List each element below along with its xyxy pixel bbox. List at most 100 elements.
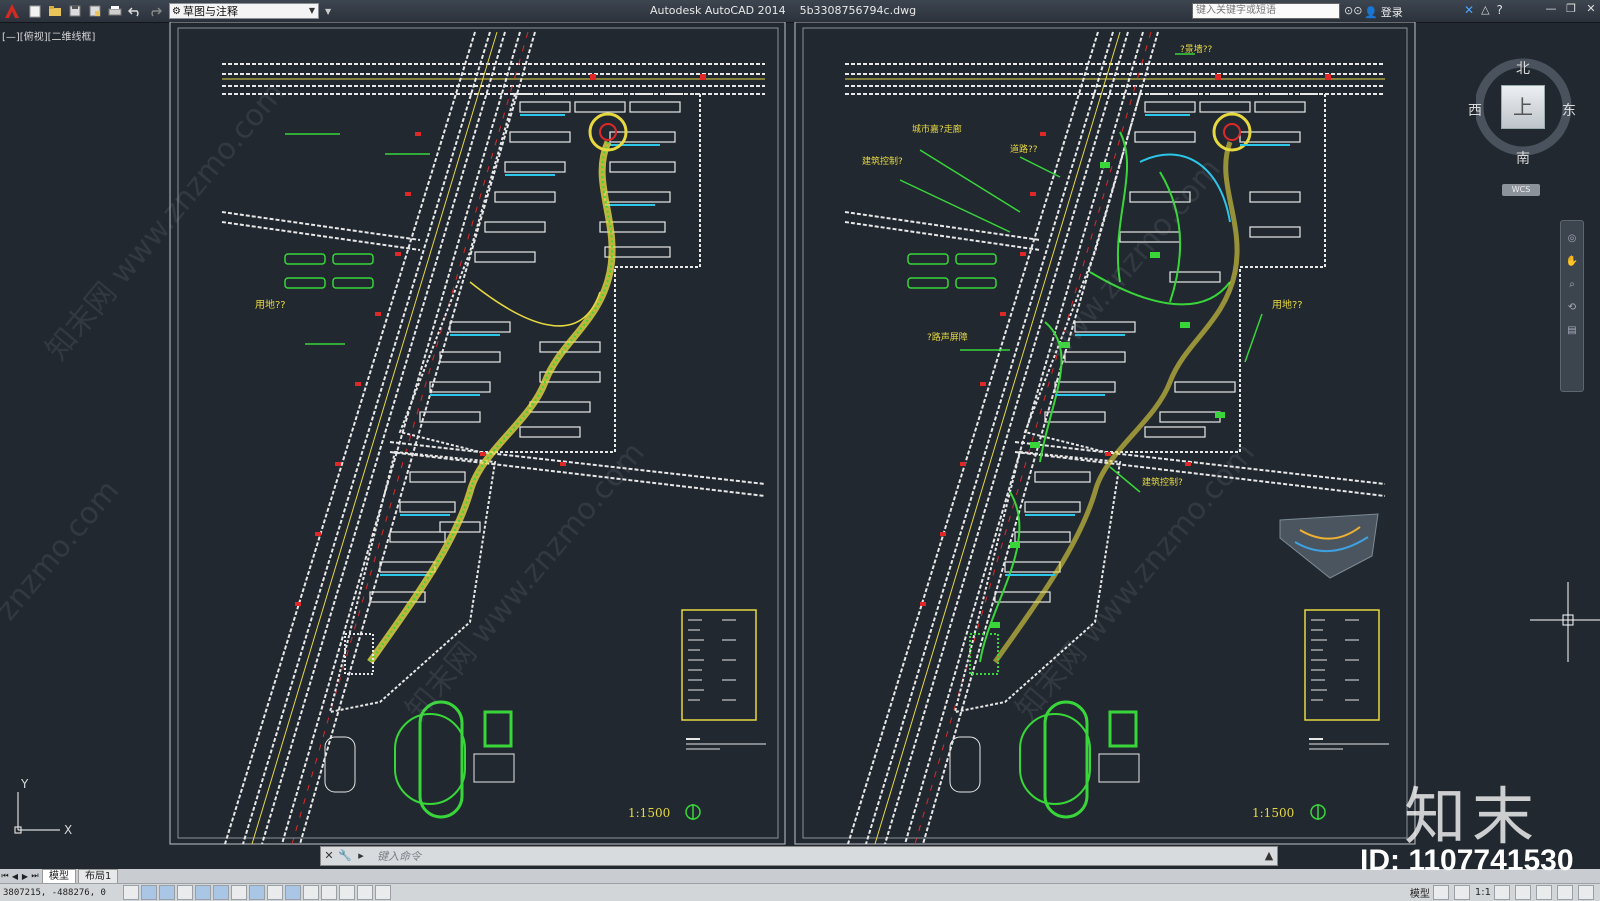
quick-view-layouts-icon[interactable]: [1432, 885, 1449, 900]
lock-icon[interactable]: [1536, 885, 1552, 900]
next-tab-icon[interactable]: ▶: [20, 872, 30, 881]
qat-customize-icon[interactable]: ▼: [325, 7, 331, 16]
gear-icon: ⚙: [172, 5, 181, 17]
print-icon[interactable]: [106, 3, 123, 19]
svg-text:知末网 www.znzmo.com: 知末网 www.znzmo.com: [39, 76, 291, 367]
watermark-id: ID: 1107741530: [1360, 844, 1574, 877]
open-folder-icon[interactable]: [46, 3, 63, 19]
left-site-plan: [221, 31, 766, 845]
wrench-icon[interactable]: 🔧: [337, 848, 353, 864]
lineweight-toggle[interactable]: [303, 885, 319, 900]
coordinate-readout[interactable]: 3807215, -488276, 0: [0, 888, 123, 898]
title-right-icons: ✕ △ ?: [1464, 3, 1503, 17]
redo-icon[interactable]: [146, 3, 163, 19]
new-file-icon[interactable]: [26, 3, 43, 19]
svg-text:znzmo.com: znzmo.com: [0, 474, 126, 628]
window-title: Autodesk AutoCAD 2014 5b3308756794c.dwg: [650, 4, 917, 17]
help-icon[interactable]: ?: [1497, 3, 1503, 17]
right-scale-label: 1:1500: [1252, 806, 1294, 820]
prev-tab-icon[interactable]: ◀: [10, 872, 20, 881]
workspace-switch-icon[interactable]: [1515, 885, 1531, 900]
chevron-down-icon: ▼: [308, 6, 315, 15]
workspace-label: 草图与注释: [182, 5, 238, 18]
navigation-bar: ◎ ✋ ⌕ ⟲ ▤: [1560, 220, 1584, 392]
right-label-0: ?景墙??: [1180, 43, 1213, 55]
viewcube[interactable]: 北 南 东 西 上: [1468, 58, 1580, 167]
right-label-4: 用地??: [1272, 298, 1303, 311]
restore-icon[interactable]: ❐: [1564, 2, 1578, 16]
close-icon[interactable]: ✕: [1584, 2, 1598, 16]
selection-cycling-toggle[interactable]: [357, 885, 373, 900]
tab-layout1[interactable]: 布局1: [78, 869, 119, 883]
annotation-monitor-toggle[interactable]: [375, 885, 391, 900]
ortho-toggle[interactable]: [177, 885, 193, 900]
window-controls: — ❐ ✕: [1544, 2, 1598, 16]
otrack-toggle[interactable]: [249, 885, 265, 900]
save-as-icon[interactable]: [86, 3, 103, 19]
left-label-landuse: 用地??: [255, 298, 286, 311]
command-line: ✕ 🔧 ▸ 键入命令 ▲: [320, 846, 1278, 866]
status-bar: 3807215, -488276, 0 模型 1:1: [0, 883, 1600, 901]
right-label-5: ?路声屏障: [927, 331, 968, 343]
zoom-icon[interactable]: ⌕: [1561, 279, 1583, 290]
annotation-scale[interactable]: 1:1: [1475, 887, 1491, 898]
polar-toggle[interactable]: [195, 885, 211, 900]
model-space-label[interactable]: 模型: [1410, 885, 1430, 900]
viewcube-top-face[interactable]: 上: [1501, 85, 1545, 129]
sign-in-button[interactable]: 👤 登录: [1364, 4, 1403, 20]
help-search-input[interactable]: 键入关键字或短语: [1192, 3, 1340, 19]
3d-osnap-toggle[interactable]: [231, 885, 247, 900]
viewcube-east[interactable]: 东: [1562, 100, 1576, 120]
title-bar: ⚙ 草图与注释 ▼ ▼ Autodesk AutoCAD 2014 5b3308…: [0, 0, 1600, 23]
undo-icon[interactable]: [126, 3, 143, 19]
drawing-canvas[interactable]: 用地?? 1:1500 ?景墙?? 城市嘉?走廊 道路?? 建筑控制? 用地??…: [0, 22, 1600, 868]
wcs-menu-button[interactable]: WCS: [1502, 184, 1540, 196]
binoculars-icon[interactable]: ⊙⊙: [1344, 4, 1362, 17]
transparency-toggle[interactable]: [321, 885, 337, 900]
right-label-3: 建筑控制?: [862, 155, 903, 167]
left-sheet-border: [177, 27, 779, 839]
close-icon[interactable]: ✕: [321, 848, 337, 864]
status-right: 模型 1:1: [1410, 885, 1596, 900]
crosshair-cursor: [1530, 582, 1600, 662]
viewcube-south[interactable]: 南: [1516, 148, 1530, 168]
showmotion-icon[interactable]: ▤: [1561, 325, 1583, 336]
svg-text:知末网 www.znzmo.com: 知末网 www.znzmo.com: [399, 436, 651, 727]
last-tab-icon[interactable]: ⏭: [30, 871, 40, 881]
command-input[interactable]: 键入命令: [377, 848, 421, 864]
tab-model[interactable]: 模型: [42, 869, 76, 883]
ducs-toggle[interactable]: [267, 885, 283, 900]
steering-wheel-icon[interactable]: ◎: [1561, 233, 1583, 244]
viewcube-north[interactable]: 北: [1516, 58, 1530, 78]
svg-text:知末网 www.znzmo.com: 知末网 www.znzmo.com: [1009, 436, 1261, 727]
quick-view-drawings-icon[interactable]: [1453, 885, 1470, 900]
command-history-icon[interactable]: ▸: [353, 848, 369, 864]
dyn-toggle[interactable]: [285, 885, 301, 900]
clean-screen-icon[interactable]: [1578, 885, 1594, 900]
exchange-icon[interactable]: ✕: [1464, 3, 1474, 17]
isolate-icon[interactable]: [1557, 885, 1573, 900]
save-icon[interactable]: [66, 3, 83, 19]
infer-constraints-toggle[interactable]: [123, 885, 139, 900]
user-icon: 👤: [1364, 5, 1378, 19]
first-tab-icon[interactable]: ⏮: [0, 871, 10, 881]
svg-text:X: X: [64, 823, 72, 837]
minimize-icon[interactable]: —: [1544, 2, 1558, 16]
workspace-dropdown[interactable]: ⚙ 草图与注释 ▼: [169, 3, 319, 19]
quick-access-toolbar: [26, 3, 163, 19]
right-sheet-border: [802, 27, 1408, 839]
annotation-visibility-icon[interactable]: [1494, 885, 1510, 900]
right-label-6: 建筑控制?: [1142, 476, 1183, 488]
sign-in-label: 登录: [1380, 6, 1403, 19]
autocad-logo-icon[interactable]: [2, 1, 22, 21]
pan-icon[interactable]: ✋: [1561, 256, 1583, 267]
snap-toggle[interactable]: [141, 885, 157, 900]
grid-toggle[interactable]: [159, 885, 175, 900]
chevron-up-icon[interactable]: ▲: [1261, 848, 1277, 864]
a360-icon[interactable]: △: [1481, 3, 1489, 17]
orbit-icon[interactable]: ⟲: [1561, 302, 1583, 313]
osnap-toggle[interactable]: [213, 885, 229, 900]
right-label-2: 道路??: [1010, 143, 1038, 155]
quick-properties-toggle[interactable]: [339, 885, 355, 900]
viewcube-west[interactable]: 西: [1468, 100, 1482, 120]
